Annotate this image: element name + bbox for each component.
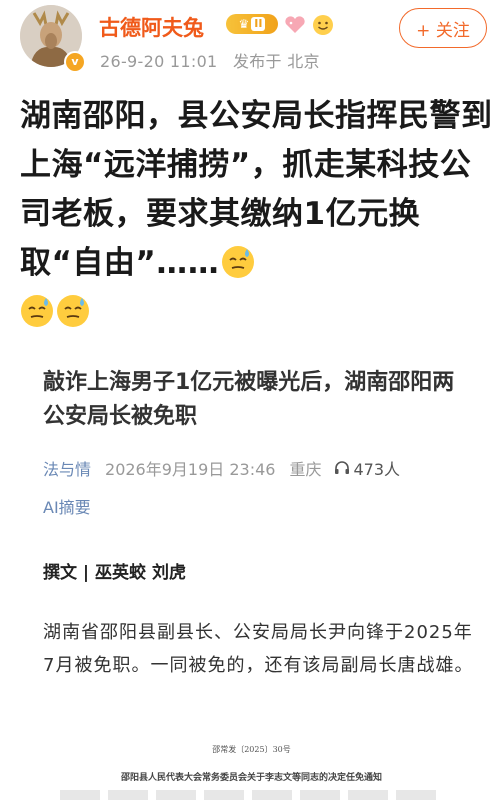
- document-number: 邵常发〔2025〕30号: [212, 745, 291, 754]
- user-name[interactable]: 古德阿夫兔: [99, 12, 204, 42]
- post-meta: 26-9-20 11:01 发布于 北京: [100, 48, 320, 72]
- crown-icon: ♛: [238, 17, 250, 31]
- smile-face-icon: [313, 15, 333, 35]
- verified-badge: v: [64, 51, 86, 73]
- level-badge: ♛ II: [226, 14, 278, 34]
- article-title: 敲诈上海男子1亿元被曝光后，湖南邵阳两公安局长被免职: [43, 370, 455, 429]
- document-title: 邵阳县人民代表大会常务委员会关于李志文等同志的决定任免通知: [120, 773, 382, 783]
- sweat-smile-emoji-icon: [21, 295, 53, 327]
- article-byline: 撰文 | 巫英蛟 刘虎: [43, 563, 186, 583]
- sweat-smile-emoji-icon: [222, 246, 255, 278]
- post-location: 发布于 北京: [232, 52, 320, 71]
- article-location: 重庆: [289, 460, 322, 479]
- post-text-content: 湖南邵阳，县公安局长指挥民警到上海“远洋捕捞”，抓走某科技公司老板，要求其缴纳1…: [20, 98, 493, 281]
- ai-summary-link[interactable]: AI摘要: [43, 494, 91, 518]
- article-meta: 法与情 2026年9月19日 23:46 重庆 473人: [43, 456, 400, 480]
- heart-icon: [285, 16, 305, 33]
- embedded-article-screenshot[interactable]: 敲诈上海男子1亿元被曝光后，湖南邵阳两公安局长被免职 法与情 2026年9月19…: [0, 350, 503, 800]
- article-datetime: 2026年9月19日 23:46: [105, 460, 276, 479]
- article-body: 湖南省邵阳县副县长、公安局局长尹向锋于2025年7月被免职。一同被免的，还有该局…: [43, 622, 474, 676]
- weibo-post-page: v 古德阿夫兔 ♛ II 26-9-20 11:01 发布于 北京 + 关注 湖…: [0, 0, 503, 800]
- headphones-icon: [334, 461, 349, 474]
- post-text: 湖南邵阳，县公安局长指挥民警到上海“远洋捕捞”，抓走某科技公司老板，要求其缴纳1…: [20, 92, 496, 337]
- level-value: II: [251, 17, 266, 31]
- follow-button[interactable]: + 关注: [399, 8, 487, 48]
- article-source: 法与情: [43, 460, 92, 479]
- post-time: 26-9-20 11:01: [100, 52, 218, 71]
- post-header: v 古德阿夫兔 ♛ II 26-9-20 11:01 发布于 北京 + 关注: [0, 0, 503, 80]
- listen-count: 473人: [353, 460, 401, 479]
- sweat-smile-emoji-icon: [57, 295, 89, 327]
- document-text-lines: [60, 790, 440, 800]
